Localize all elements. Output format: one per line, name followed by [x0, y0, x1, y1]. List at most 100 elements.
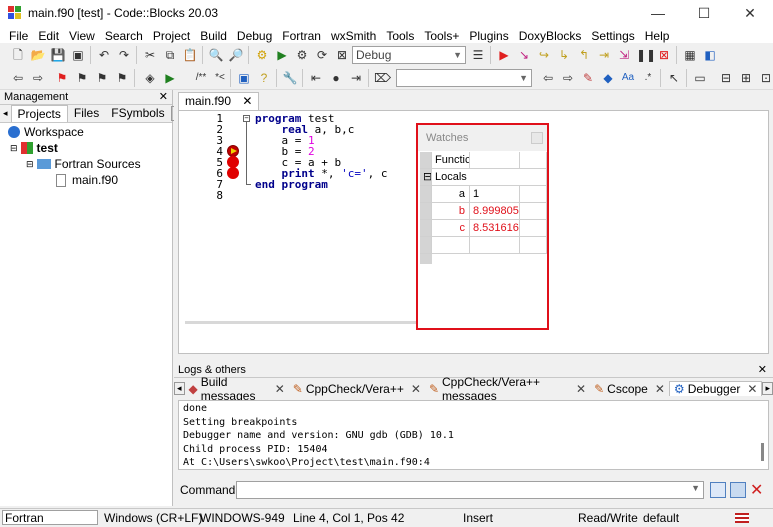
match-case-icon[interactable]: Aa: [620, 70, 636, 86]
tab-cppcheck-messages[interactable]: ✎ CppCheck/Vera++ messages ✕: [425, 375, 590, 403]
watch-var-row[interactable]: a1: [420, 186, 547, 203]
maximize-button[interactable]: ☐: [681, 0, 727, 26]
menu-edit[interactable]: Edit: [33, 29, 64, 43]
fold-marker-icon[interactable]: −: [243, 115, 250, 122]
target-options-icon[interactable]: ☰: [470, 47, 486, 63]
bookmark-clear-icon[interactable]: ⚑: [114, 70, 130, 86]
menu-tools-plus[interactable]: Tools+: [419, 29, 464, 43]
next-line-icon[interactable]: ↪: [536, 47, 552, 63]
close-icon[interactable]: ✕: [758, 363, 767, 377]
tree-file[interactable]: main.f90: [56, 172, 118, 188]
search-forward-icon[interactable]: ⇨: [560, 70, 576, 86]
close-icon[interactable]: [531, 132, 543, 144]
replace-icon[interactable]: 🔎: [228, 47, 244, 63]
menu-build[interactable]: Build: [195, 29, 232, 43]
search-back-icon[interactable]: ⇦: [540, 70, 556, 86]
close-button[interactable]: ✕: [727, 0, 773, 26]
comment-icon[interactable]: /**: [190, 70, 212, 86]
close-icon[interactable]: ✕: [747, 382, 757, 396]
tab-fsymbols[interactable]: FSymbols: [105, 105, 170, 122]
rebuild-icon[interactable]: ⟳: [314, 47, 330, 63]
step-out-icon[interactable]: ↰: [576, 47, 592, 63]
breakpoint-marker[interactable]: [227, 167, 239, 179]
menu-help[interactable]: Help: [640, 29, 675, 43]
save-log-icon[interactable]: [730, 482, 746, 498]
editor-tab[interactable]: main.f90 ✕: [178, 92, 260, 110]
tab-scroll-left-icon[interactable]: ◂: [174, 382, 185, 395]
menu-doxyblocks[interactable]: DoxyBlocks: [514, 29, 587, 43]
menu-file[interactable]: File: [4, 29, 33, 43]
close-icon[interactable]: ✕: [576, 382, 586, 396]
build-icon[interactable]: ⚙: [254, 47, 270, 63]
step-into-icon[interactable]: ↳: [556, 47, 572, 63]
tab-debugger[interactable]: ⚙ Debugger ✕: [668, 381, 763, 396]
menu-search[interactable]: Search: [100, 29, 148, 43]
flag-icon[interactable]: ▶: [162, 70, 178, 86]
inline-comment-icon[interactable]: *<: [212, 70, 228, 86]
debug-continue-icon[interactable]: ▶: [496, 47, 512, 63]
code-search-select[interactable]: ▼: [396, 69, 532, 87]
wrench-icon[interactable]: 🔧: [282, 70, 298, 86]
find-icon[interactable]: 🔍: [208, 47, 224, 63]
close-icon[interactable]: ✕: [655, 382, 665, 396]
watch-var-row[interactable]: b 8.999805: [420, 203, 547, 220]
menu-settings[interactable]: Settings: [586, 29, 639, 43]
jump-dot-icon[interactable]: ●: [328, 70, 344, 86]
back-icon[interactable]: ⇦: [10, 70, 26, 86]
tab-cppcheck[interactable]: ✎ CppCheck/Vera++ ✕: [289, 382, 425, 396]
menu-debug[interactable]: Debug: [232, 29, 277, 43]
layers-icon[interactable]: ◈: [142, 70, 158, 86]
menu-view[interactable]: View: [64, 29, 100, 43]
save-all-icon[interactable]: ▣: [70, 47, 86, 63]
grid-icon[interactable]: ⊞: [738, 70, 754, 86]
minimize-button[interactable]: —: [635, 0, 681, 26]
cut-icon[interactable]: ✂: [142, 47, 158, 63]
bookmark-next-icon[interactable]: ⚑: [94, 70, 110, 86]
undo-icon[interactable]: ↶: [96, 47, 112, 63]
abort-icon[interactable]: ⊠: [334, 47, 350, 63]
close-icon[interactable]: ✕: [159, 90, 168, 104]
cursor-icon[interactable]: ↖: [666, 70, 682, 86]
bookmark-prev-icon[interactable]: ⚑: [74, 70, 90, 86]
highlight-icon[interactable]: ✎: [580, 70, 596, 86]
open-icon[interactable]: 📂: [30, 47, 46, 63]
menu-wxsmith[interactable]: wxSmith: [326, 29, 381, 43]
help-icon[interactable]: ?: [256, 70, 272, 86]
tree-folder[interactable]: ⊟ Fortran Sources: [26, 156, 141, 172]
doxywizard-icon[interactable]: ▣: [236, 70, 252, 86]
send-command-icon[interactable]: [710, 482, 726, 498]
build-run-icon[interactable]: ⚙: [294, 47, 310, 63]
chevron-down-icon[interactable]: ▼: [691, 483, 700, 493]
rectangle-icon[interactable]: ▭: [692, 70, 708, 86]
tab-build-messages[interactable]: ◆ Build messages ✕: [185, 375, 289, 403]
jump-next-icon[interactable]: ⇥: [348, 70, 364, 86]
save-icon[interactable]: 💾: [50, 47, 66, 63]
run-icon[interactable]: ▶: [274, 47, 290, 63]
debug-windows-icon[interactable]: ▦: [682, 47, 698, 63]
info-icon[interactable]: ◧: [702, 47, 718, 63]
jump-prev-icon[interactable]: ⇤: [308, 70, 324, 86]
bookmark-toggle-icon[interactable]: ⚑: [54, 70, 70, 86]
forward-icon[interactable]: ⇨: [30, 70, 46, 86]
next-instruction-icon[interactable]: ⇥: [596, 47, 612, 63]
collapse-icon[interactable]: ⊟: [10, 143, 18, 154]
stop-debugger-icon[interactable]: ⊠: [656, 47, 672, 63]
close-icon[interactable]: ✕: [242, 94, 252, 108]
debugger-log[interactable]: done Setting breakpoints Debugger name a…: [178, 400, 769, 470]
tab-projects[interactable]: Projects: [10, 105, 68, 122]
watch-group-row[interactable]: ⊟ Locals: [420, 169, 547, 186]
copy-icon[interactable]: ⧉: [162, 47, 178, 63]
new-file-icon[interactable]: 🗋: [10, 47, 26, 63]
vertical-scrollbar[interactable]: [761, 443, 764, 461]
tab-scroll-right-icon[interactable]: ▸: [762, 382, 773, 395]
build-target-select[interactable]: Debug ▼: [352, 46, 466, 64]
occurrence-icon[interactable]: ◆: [600, 70, 616, 86]
select-icon[interactable]: ⌦: [374, 70, 391, 86]
watch-var-row[interactable]: c 8.531616: [420, 220, 547, 237]
panel-icon[interactable]: ⊟: [718, 70, 734, 86]
more-icon[interactable]: ⊡: [758, 70, 773, 86]
tab-scroll-left-icon[interactable]: ◂: [0, 105, 11, 122]
redo-icon[interactable]: ↷: [116, 47, 132, 63]
pause-icon[interactable]: ❚❚: [636, 47, 656, 63]
close-icon[interactable]: ✕: [411, 382, 421, 396]
